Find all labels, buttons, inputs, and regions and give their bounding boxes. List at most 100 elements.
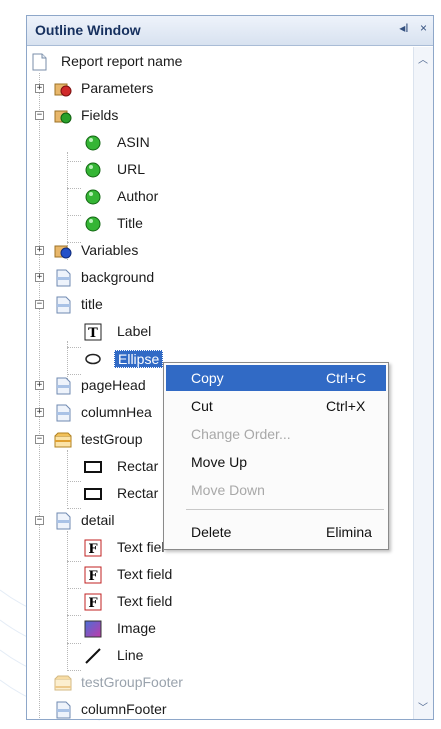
outline-window-titlebar: Outline Window ◂I × [27,16,433,46]
tree-item-field-asin[interactable]: ASIN [27,130,407,156]
tree-label: Author [117,188,159,204]
tree-label: Rectar [117,458,159,474]
svg-text:F: F [88,569,98,584]
menu-separator [186,509,384,510]
menu-item-move-down[interactable]: Move Down [166,477,386,503]
group-footer-icon [54,675,72,691]
tree-label: Label [117,323,152,339]
tree-item-column-footer[interactable]: columnFooter [27,697,407,719]
fields-icon [54,110,72,124]
tree-label: Variables [81,242,139,258]
tree-item-parameters[interactable]: + Parameters [27,76,407,102]
field-icon [85,135,101,151]
svg-text:T: T [88,326,98,341]
band-icon [56,296,71,314]
collapse-icon[interactable]: − [35,435,44,444]
svg-text:F: F [88,542,98,557]
tree-item-image[interactable]: Image [27,616,407,642]
tree-label: Text fiel [117,539,165,555]
variables-icon [54,245,72,259]
field-icon [85,189,101,205]
tree-label: Rectar [117,485,159,501]
parameters-icon [54,83,72,97]
text-field-icon: F [84,539,102,557]
menu-item-shortcut: Elimina [326,524,372,540]
tree-item-field-url[interactable]: URL [27,157,407,183]
field-icon [85,162,101,178]
tree-item-report[interactable]: Report report name [27,49,407,75]
menu-item-label: Move Down [191,482,265,498]
pin-icon[interactable]: ◂I [399,21,408,35]
tree-item-fields[interactable]: − Fields [27,103,407,129]
menu-item-change-order[interactable]: Change Order... [166,421,386,447]
tree-label: title [81,296,103,312]
menu-item-label: Change Order... [191,426,291,442]
expand-icon[interactable]: + [35,381,44,390]
menu-item-label: Delete [191,524,232,540]
tree-label: testGroupFooter [81,674,183,690]
field-icon [85,216,101,232]
menu-item-shortcut: Ctrl+C [326,370,367,386]
tree-label: URL [117,161,146,177]
menu-item-cut[interactable]: Cut Ctrl+X [166,393,386,419]
tree-label: Fields [81,107,119,123]
rectangle-icon [84,461,102,473]
expand-icon[interactable]: + [35,408,44,417]
ellipse-icon [85,353,101,365]
tree-label: Text field [117,593,173,609]
rectangle-icon [84,488,102,500]
tree-label: detail [81,512,115,528]
collapse-icon[interactable]: − [35,516,44,525]
tree-item-title-band[interactable]: − title [27,292,407,318]
tree-item-background[interactable]: + background [27,265,407,291]
collapse-icon[interactable]: − [35,300,44,309]
menu-item-delete[interactable]: Delete Elimina [166,519,386,545]
static-text-icon: T [84,323,102,341]
menu-item-copy[interactable]: Copy Ctrl+C [166,365,386,391]
tree-item-label[interactable]: T Label [27,319,407,345]
menu-item-label: Copy [191,370,224,386]
menu-item-move-up[interactable]: Move Up [166,449,386,475]
scroll-up-icon[interactable]: ︿ [417,55,429,67]
svg-text:F: F [88,596,98,611]
text-field-icon: F [84,566,102,584]
menu-item-label: Move Up [191,454,248,470]
tree-label: Line [117,647,144,663]
tree-label: Image [117,620,156,636]
tree-item-text-field-2[interactable]: F Text field [27,562,407,588]
tree-item-field-author[interactable]: Author [27,184,407,210]
context-menu: Copy Ctrl+C Cut Ctrl+X Change Order... M… [163,362,389,550]
tree-item-field-title[interactable]: Title [27,211,407,237]
vertical-scrollbar[interactable]: ︿ ﹀ [413,47,433,719]
text-field-icon: F [84,593,102,611]
tree-label: columnFooter [81,701,167,717]
menu-item-shortcut: Ctrl+X [326,398,366,414]
line-icon [85,648,101,664]
window-title: Outline Window [35,22,141,38]
band-icon [56,512,71,530]
expand-icon[interactable]: + [35,273,44,282]
band-icon [56,404,71,422]
tree-label: Report report name [61,53,183,69]
band-icon [56,377,71,395]
tree-label: background [81,269,155,285]
tree-label-selected: Ellipse [114,350,164,368]
tree-label: Parameters [81,80,154,96]
scroll-down-icon[interactable]: ﹀ [417,703,429,715]
close-icon[interactable]: × [420,21,427,35]
tree-label: testGroup [81,431,143,447]
tree-item-text-field-3[interactable]: F Text field [27,589,407,615]
menu-item-label: Cut [191,398,213,414]
tree-item-test-group-footer[interactable]: testGroupFooter [27,670,407,696]
expand-icon[interactable]: + [35,84,44,93]
expand-icon[interactable]: + [35,246,44,255]
tree-label: pageHead [81,377,146,393]
collapse-icon[interactable]: − [35,111,44,120]
tree-item-variables[interactable]: + Variables [27,238,407,264]
tree-label: Title [117,215,143,231]
band-icon [56,269,71,287]
tree-item-line[interactable]: Line [27,643,407,669]
tree-label: ASIN [117,134,150,150]
tree-label: columnHea [81,404,152,420]
document-icon [32,53,47,71]
